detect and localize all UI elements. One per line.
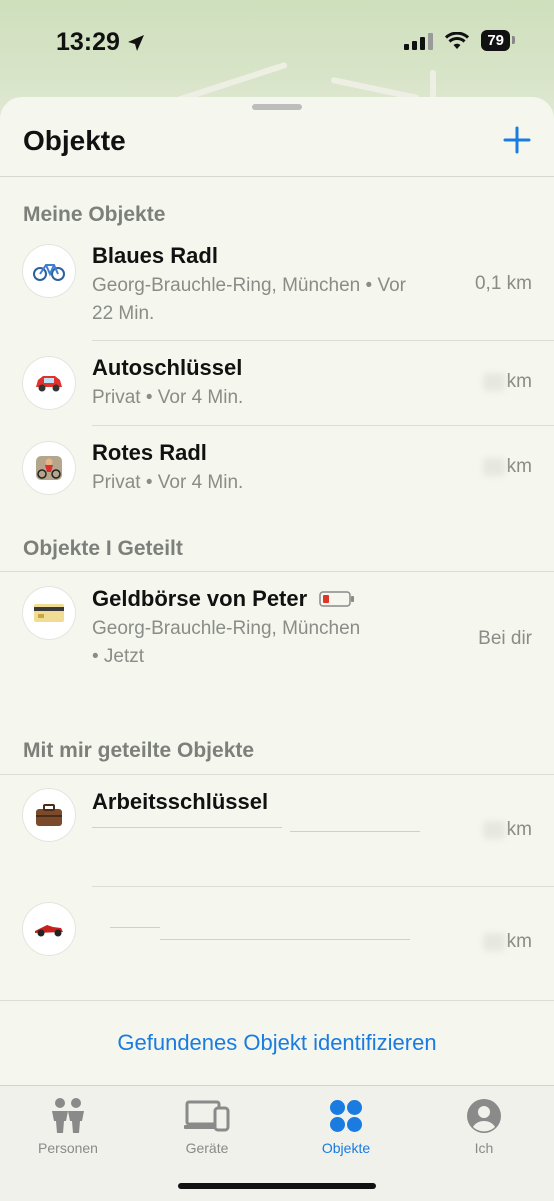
section-title-shared-with-me: Mit mir geteilte Objekte	[23, 739, 255, 762]
cellular-signal-icon	[404, 32, 434, 50]
item-distance: Bei dir	[478, 628, 532, 649]
redacted-subtitle	[160, 939, 410, 940]
people-icon	[52, 1098, 84, 1133]
items-sheet: Objekte Meine Objekte Blaues Radl Georg-…	[0, 97, 554, 1201]
item-name: Arbeitsschlüssel	[92, 789, 269, 814]
redacted-value	[482, 457, 505, 476]
list-item[interactable]: Autoschlüssel Privat • Vor 4 Min. km	[0, 341, 554, 426]
redacted-value	[482, 932, 505, 951]
redacted-subtitle	[110, 927, 160, 928]
list-item[interactable]: Arbeitsschlüssel km	[0, 775, 554, 887]
redacted-subtitle	[290, 831, 420, 832]
item-distance: km	[482, 819, 532, 841]
item-name-row: Geldbörse von Peter	[92, 586, 355, 612]
list-item[interactable]: Blaues Radl Georg-Brauchle-Ring, München…	[0, 237, 554, 341]
section-title-mine: Meine Objekte	[23, 203, 166, 226]
tab-me[interactable]: Ich	[419, 1096, 549, 1156]
battery-low-icon	[319, 591, 355, 607]
list-item[interactable]: Rotes Radl Privat • Vor 4 Min. km	[0, 426, 554, 511]
item-subtitle: Privat • Vor 4 Min.	[92, 387, 244, 408]
section-title-shared: Objekte I Geteilt	[23, 537, 183, 560]
tab-label: Geräte	[185, 1140, 229, 1156]
page-title: Objekte	[23, 125, 126, 156]
add-item-button[interactable]	[502, 125, 532, 155]
redacted-value	[482, 372, 505, 391]
tab-label: Personen	[38, 1140, 98, 1156]
battery-indicator: 79	[481, 30, 515, 51]
list-item[interactable]: km	[0, 887, 554, 999]
tab-label: Objekte	[321, 1140, 371, 1156]
status-time: 13:29	[56, 28, 146, 57]
status-indicators: 79	[404, 30, 515, 51]
location-arrow-icon	[127, 34, 144, 51]
items-icon	[330, 1100, 362, 1132]
sheet-grabber[interactable]	[252, 104, 302, 110]
item-name: Rotes Radl	[92, 440, 207, 465]
item-distance: km	[482, 371, 532, 393]
redacted-subtitle	[92, 827, 282, 828]
redacted-value	[482, 820, 505, 839]
wifi-icon	[445, 31, 470, 49]
item-subtitle: Georg-Brauchle-Ring, München	[92, 618, 361, 639]
item-name: Blaues Radl	[92, 243, 218, 268]
item-subtitle-line2: • Jetzt	[92, 646, 145, 667]
tab-people[interactable]: Personen	[3, 1096, 133, 1156]
tab-label: Ich	[474, 1140, 494, 1156]
tab-devices[interactable]: Geräte	[142, 1096, 272, 1156]
item-subtitle: Privat • Vor 4 Min.	[92, 472, 244, 493]
tab-items[interactable]: Objekte	[281, 1096, 411, 1156]
item-distance: km	[482, 931, 532, 953]
item-distance: km	[482, 456, 532, 478]
item-subtitle: Georg-Brauchle-Ring, München • Vor	[92, 275, 406, 296]
race-car-icon	[23, 903, 75, 955]
person-circle-icon	[467, 1099, 501, 1133]
item-subtitle-line2: 22 Min.	[92, 303, 155, 324]
bicycle-icon	[23, 245, 75, 297]
cyclist-icon	[23, 442, 75, 494]
credit-card-icon	[23, 587, 75, 639]
briefcase-icon	[23, 789, 75, 841]
item-name: Autoschlüssel	[92, 355, 243, 380]
item-distance: 0,1 km	[474, 273, 532, 294]
divider	[0, 1000, 554, 1001]
devices-icon	[184, 1100, 230, 1132]
identify-found-item-link[interactable]: Gefundenes Objekt identifizieren	[0, 1030, 554, 1056]
list-item[interactable]: Geldbörse von Peter Georg-Brauchle-Ring,…	[0, 572, 554, 692]
car-icon	[23, 357, 75, 409]
home-indicator	[178, 1183, 376, 1189]
header-divider	[0, 176, 554, 177]
status-bar: 13:29 79	[0, 0, 554, 90]
